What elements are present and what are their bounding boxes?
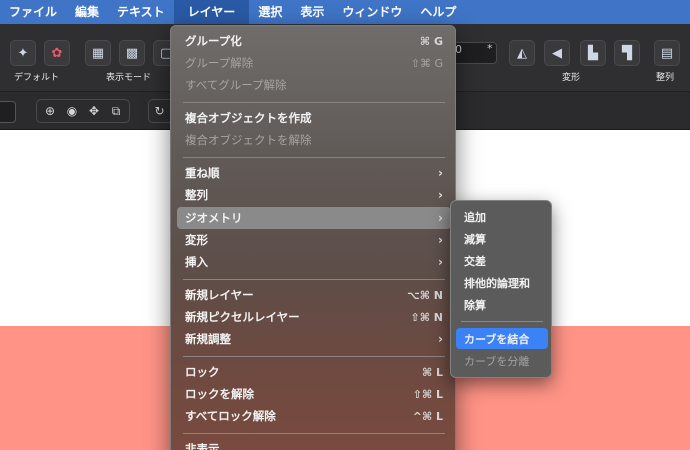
snap-button[interactable]: ⧉: [105, 101, 127, 121]
submenu-item-xor[interactable]: 排他的論理和: [456, 272, 548, 293]
separator: [183, 356, 445, 357]
default-toggle-button[interactable]: ✿: [44, 40, 70, 66]
view-mode-grid-button[interactable]: ▦: [85, 40, 111, 66]
move-arrows-icon: ✥: [88, 104, 100, 118]
crosshair-button[interactable]: ⊕: [39, 101, 61, 121]
align-left-icon: ▤: [660, 45, 674, 61]
layer-menu-dropdown: グループ化 ⌘ G グループ解除 ⇧⌘ G すべてグループ解除 複合オブジェクト…: [170, 25, 456, 450]
menu-item-unlock-all[interactable]: すべてロック解除 ^⌘ L: [177, 405, 451, 427]
extra-button[interactable]: ↻: [151, 101, 168, 121]
menu-item-align[interactable]: 整列 ›: [177, 184, 451, 206]
separator: [183, 157, 445, 158]
flip-vertical-button[interactable]: ◀: [544, 40, 570, 66]
flip-horizontal-icon: ◭: [517, 45, 527, 61]
submenu-item-join-curves[interactable]: カーブを結合: [456, 328, 548, 349]
snap-icon: ⧉: [111, 103, 121, 118]
view-mode-label: 表示モード: [106, 73, 152, 83]
menubar: ファイル 編集 テキスト レイヤー 選択 表示 ウィンドウ ヘルプ: [0, 0, 690, 24]
menu-view[interactable]: 表示: [291, 0, 333, 24]
context-field[interactable]: [0, 101, 16, 123]
menu-file[interactable]: ファイル: [0, 0, 66, 24]
move-button[interactable]: ✥: [83, 101, 105, 121]
rotate-left-icon: ▙: [588, 45, 598, 61]
menu-help[interactable]: ヘルプ: [411, 0, 465, 24]
menu-edit[interactable]: 編集: [66, 0, 108, 24]
rotate-icon: ↻: [154, 104, 165, 118]
snapping-group: ⊕ ◉ ✥ ⧉: [36, 99, 130, 123]
default-label: デフォルト: [14, 73, 60, 83]
menu-item-ungroup-all: すべてグループ解除: [185, 78, 287, 92]
chevron-right-icon: ›: [438, 233, 443, 247]
menu-select[interactable]: 選択: [249, 0, 291, 24]
extra-group: ↻: [148, 99, 170, 123]
rotate-left-button[interactable]: ▙: [580, 40, 606, 66]
transform-label: 変形: [562, 73, 581, 83]
view-mode-pixel-button[interactable]: ▩: [119, 40, 145, 66]
submenu-item-separate-curves: カーブを分離: [464, 354, 530, 368]
menu-item-lock[interactable]: ロック ⌘ L: [177, 361, 451, 383]
chevron-right-icon: ›: [438, 188, 443, 202]
geometry-submenu: 追加 減算 交差 排他的論理和 除算 カーブを結合 カーブを分離: [450, 200, 552, 378]
eye-icon: ◉: [66, 104, 78, 118]
menu-item-release-compound: 複合オブジェクトを解除: [185, 133, 312, 147]
separator: [461, 321, 543, 322]
menu-item-ungroup: グループ解除 ⇧⌘ G: [185, 56, 443, 70]
menu-item-arrange[interactable]: 重ね順 ›: [177, 162, 451, 184]
flip-vertical-icon: ◀: [552, 45, 562, 61]
grid-icon: ▦: [91, 45, 105, 61]
menu-item-new-pixel-layer[interactable]: 新規ピクセルレイヤー ⇧⌘ N: [177, 306, 451, 328]
default-studio-button[interactable]: ✦: [10, 40, 36, 66]
separator: [183, 102, 445, 103]
menu-item-insert[interactable]: 挿入 ›: [177, 251, 451, 273]
sparkle-shape-icon: ✿: [51, 45, 63, 61]
menu-text[interactable]: テキスト: [108, 0, 174, 24]
menu-layer[interactable]: レイヤー: [173, 0, 250, 24]
menu-item-new-adjustment[interactable]: 新規調整 ›: [177, 328, 451, 350]
menu-item-create-compound[interactable]: 複合オブジェクトを作成: [177, 107, 451, 129]
flip-horizontal-button[interactable]: ◭: [509, 40, 535, 66]
chevron-right-icon: ›: [438, 332, 443, 346]
align-label: 整列: [656, 73, 675, 83]
separator: [183, 279, 445, 280]
align-button[interactable]: ▤: [654, 40, 680, 66]
menu-item-new-layer[interactable]: 新規レイヤー ⌥⌘ N: [177, 284, 451, 306]
submenu-item-subtract[interactable]: 減算: [456, 228, 548, 249]
rotate-right-icon: ▜: [622, 45, 632, 61]
pin-icon: ✦: [17, 45, 29, 61]
menu-item-unlock[interactable]: ロックを解除 ⇧⌘ L: [177, 383, 451, 405]
submenu-item-divide[interactable]: 除算: [456, 294, 548, 315]
menu-item-hide[interactable]: 非表示: [177, 438, 451, 450]
submenu-item-intersect[interactable]: 交差: [456, 250, 548, 271]
chevron-right-icon: ›: [438, 166, 443, 180]
submenu-item-add[interactable]: 追加: [456, 206, 548, 227]
rotate-right-button[interactable]: ▜: [614, 40, 640, 66]
menu-item-transform[interactable]: 変形 ›: [177, 229, 451, 251]
menu-item-group[interactable]: グループ化 ⌘ G: [177, 30, 451, 52]
crosshair-icon: ⊕: [44, 104, 56, 118]
chevron-right-icon: ›: [438, 255, 443, 269]
eye-button[interactable]: ◉: [61, 101, 83, 121]
chevron-right-icon: ›: [438, 211, 443, 225]
value-field-text: 0: [455, 43, 462, 56]
value-field-star: *: [487, 42, 493, 55]
pixel-grid-icon: ▩: [125, 45, 139, 61]
separator: [183, 433, 445, 434]
menu-window[interactable]: ウィンドウ: [333, 0, 411, 24]
menu-item-geometry[interactable]: ジオメトリ ›: [177, 207, 451, 229]
